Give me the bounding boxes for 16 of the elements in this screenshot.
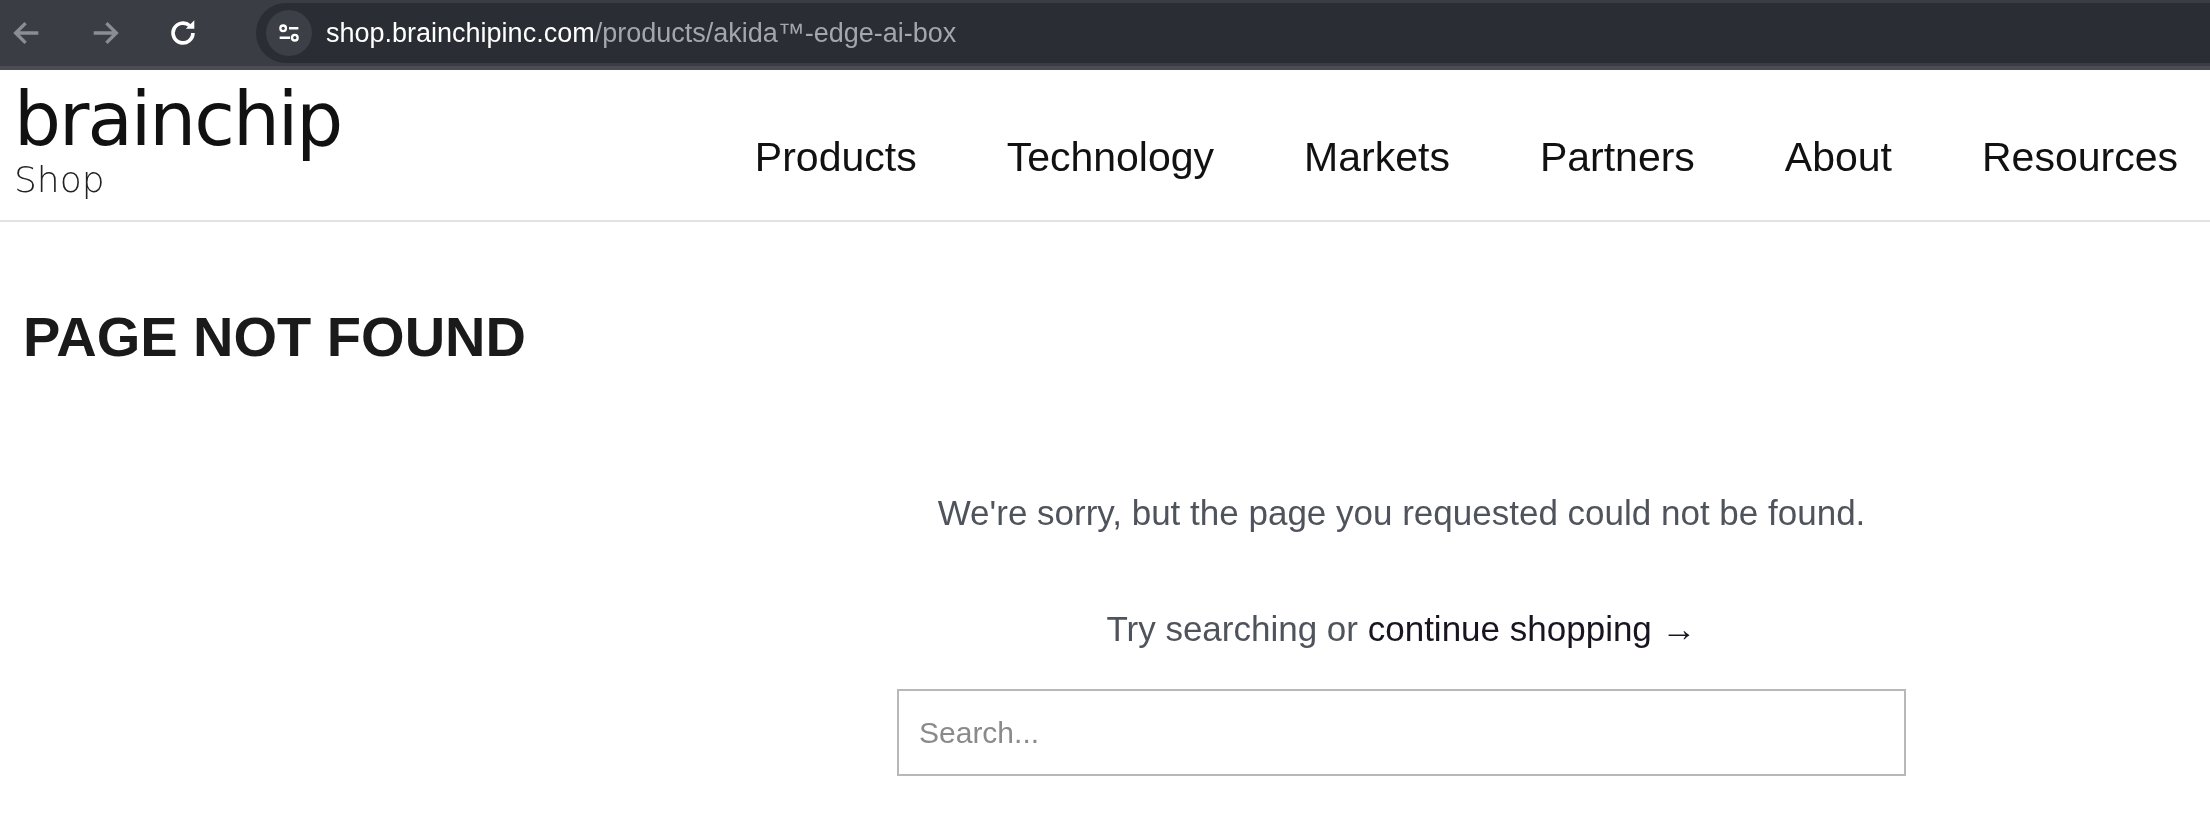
search-field[interactable]: Search... — [897, 689, 1906, 776]
address-bar[interactable]: shop.brainchipinc.com/products/akida™-edge-ai-box — [256, 3, 2210, 63]
nav-link[interactable]: Technology — [1006, 134, 1215, 181]
logo-subtitle: Shop — [14, 162, 105, 198]
nav-link[interactable]: Markets — [1304, 134, 1450, 181]
nav-link[interactable]: Products — [754, 134, 917, 181]
nav-link[interactable]: About — [1784, 134, 1892, 181]
nav-link[interactable]: Resources — [1982, 134, 2178, 181]
continue-shopping-link[interactable]: continue shopping → — [1367, 609, 1697, 648]
nav-link[interactable]: Partners — [1539, 134, 1695, 181]
logo-wordmark[interactable]: brainchip — [14, 76, 342, 162]
site-info-icon[interactable] — [266, 10, 312, 56]
error-message: We're sorry, but the page you requested could not be found. — [937, 493, 1866, 533]
url-text: shop.brainchipinc.com/products/akida™-edge-ai-box — [326, 17, 957, 49]
search-hint: Try searching or continue shopping → — [1106, 609, 1697, 649]
page-title: PAGE NOT FOUND — [23, 304, 527, 369]
